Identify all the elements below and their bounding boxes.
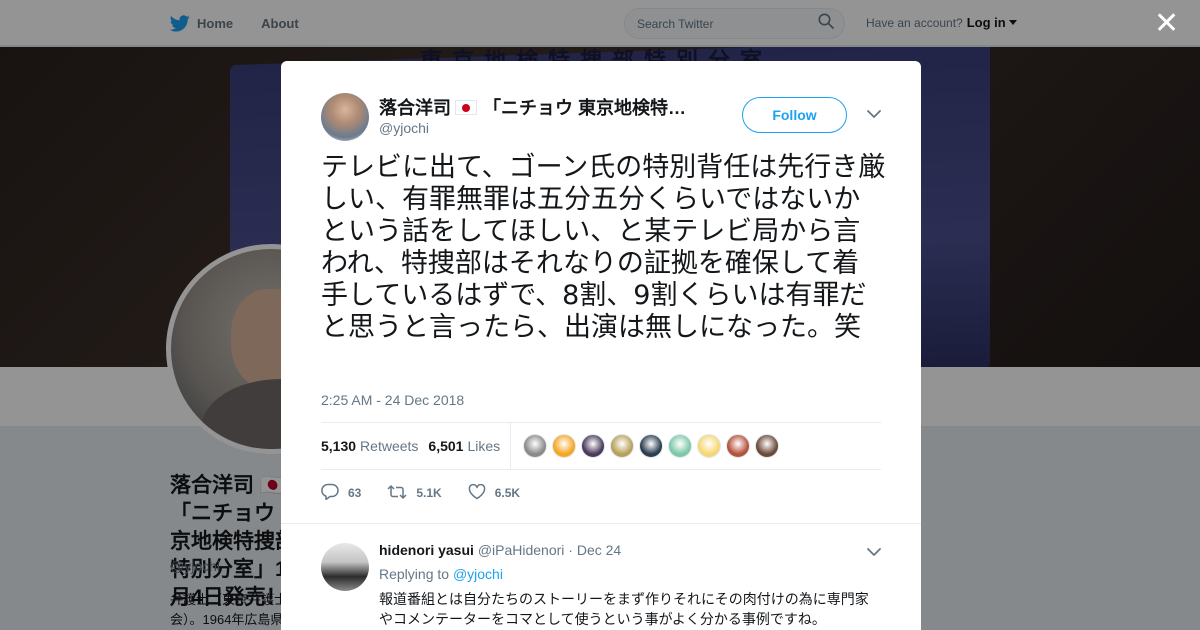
liker-avatars (523, 434, 784, 458)
japan-flag-icon (455, 100, 477, 115)
liker-avatar[interactable] (523, 434, 548, 458)
retweets-label: Retweets (360, 438, 419, 454)
stats-divider (510, 423, 512, 469)
author-avatar[interactable] (321, 93, 369, 141)
liker-avatar[interactable] (726, 434, 751, 458)
retweets-count: 5,130 (321, 438, 357, 454)
liker-avatar[interactable] (668, 434, 693, 458)
liker-avatar[interactable] (552, 434, 577, 458)
reply-author-name[interactable]: hidenori yasui (379, 542, 474, 558)
liker-avatar[interactable] (755, 434, 780, 458)
author-name-text: 落合洋司 (379, 98, 451, 118)
replies-divider (281, 523, 921, 524)
reply-author-line: hidenori yasui @iPaHidenori · Dec 24 (379, 542, 621, 558)
tweet-modal: 落合洋司 「ニチョウ 東京地検特… @yjochi Follow テレビに出て、ゴ… (281, 61, 921, 630)
tweet-timestamp[interactable]: 2:25 AM - 24 Dec 2018 (321, 392, 464, 408)
author-name[interactable]: 落合洋司 「ニチョウ 東京地検特… (379, 94, 689, 120)
retweet-count: 5.1K (416, 486, 442, 500)
reply-count: 63 (348, 486, 362, 500)
reply-icon (321, 483, 348, 503)
author-handle[interactable]: @yjochi (379, 120, 429, 136)
author-name-suffix: 「ニチョウ 東京地検特… (483, 98, 686, 118)
liker-avatar[interactable] (697, 434, 722, 458)
close-icon[interactable]: ✕ (1154, 9, 1179, 39)
tweet-stats: 5,130 Retweets 6,501 Likes (321, 422, 881, 470)
follow-button[interactable]: Follow (742, 97, 847, 133)
likes-label: Likes (467, 438, 501, 454)
heart-icon (468, 483, 495, 503)
reply-chevron-down-icon[interactable] (867, 544, 881, 562)
liker-avatar[interactable] (610, 434, 635, 458)
like-button[interactable]: 6.5K (468, 483, 521, 503)
retweet-button[interactable]: 5.1K (387, 484, 442, 503)
like-count: 6.5K (494, 486, 521, 500)
likes-count: 6,501 (428, 438, 464, 454)
reply-author-avatar[interactable] (321, 543, 369, 591)
reply-button[interactable]: 63 (321, 483, 361, 503)
likes-stat[interactable]: 6,501 Likes (428, 438, 500, 454)
chevron-down-icon[interactable] (867, 106, 881, 124)
tweet-header: 落合洋司 「ニチョウ 東京地検特… @yjochi Follow (321, 93, 881, 143)
reply-text: 報道番組とは自分たちのストーリーをまず作りそれにその肉付けの為に専門家やコメンテ… (379, 592, 869, 628)
retweet-icon (387, 484, 416, 503)
liker-avatar[interactable] (581, 434, 606, 458)
replying-to: Replying to @yjochi (379, 566, 503, 582)
reply-date[interactable]: · Dec 24 (568, 542, 621, 558)
tweet-actions: 63 5.1K 6.5K (321, 481, 881, 505)
reply-author-handle[interactable]: @iPaHidenori (478, 542, 565, 558)
tweet-text: テレビに出て、ゴーン氏の特別背任は先行き厳しい、有罪無罪は五分五分くらいではない… (321, 152, 886, 343)
retweets-stat[interactable]: 5,130 Retweets (321, 438, 418, 454)
replying-to-label: Replying to (379, 566, 450, 582)
replying-to-handle[interactable]: @yjochi (453, 566, 503, 582)
liker-avatar[interactable] (639, 434, 664, 458)
